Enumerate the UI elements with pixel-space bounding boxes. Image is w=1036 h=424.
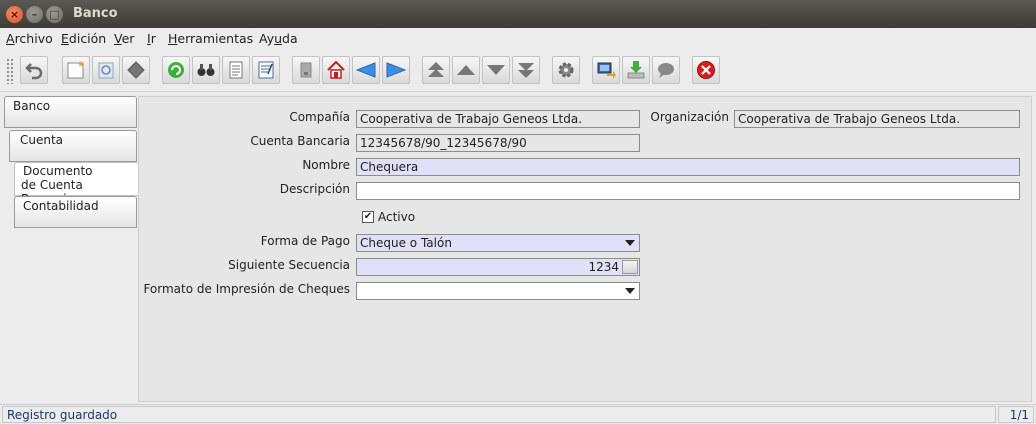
- descripcion-label: Descripción: [279, 182, 350, 196]
- history-button[interactable]: [222, 56, 250, 84]
- forma-pago-value: Cheque o Talón: [360, 236, 452, 250]
- forma-pago-select[interactable]: Cheque o Talón: [356, 234, 640, 252]
- calculator-icon[interactable]: [622, 260, 638, 274]
- tab-contabilidad[interactable]: Contabilidad: [14, 196, 137, 228]
- chevron-down-icon: [625, 288, 635, 294]
- next-record-icon: [487, 65, 505, 75]
- form-panel: Compañía Cooperativa de Trabajo Geneos L…: [138, 96, 1032, 402]
- new-record-icon: [67, 61, 84, 79]
- history-icon: [229, 61, 243, 79]
- window-close-button[interactable]: ×: [6, 6, 23, 23]
- tab-documento-cuenta-bancaria[interactable]: Documento de Cuenta Bancaria: [14, 162, 138, 206]
- report-icon: [258, 61, 274, 79]
- previous-record-button[interactable]: [452, 56, 480, 84]
- toolbar-grip[interactable]: [6, 58, 14, 84]
- formato-impresion-label: Formato de Impresión de Cheques: [143, 282, 350, 296]
- cuenta-bancaria-label: Cuenta Bancaria: [250, 134, 350, 148]
- menu-herramientas[interactable]: Herramientas: [168, 31, 253, 46]
- nombre-label: Nombre: [302, 158, 350, 172]
- menu-ayuda[interactable]: Ayuda: [259, 31, 298, 46]
- status-message: Registro guardado: [2, 406, 996, 423]
- tab-panel: Banco Cuenta Documento de Cuenta Bancari…: [0, 92, 138, 404]
- formato-impresion-select[interactable]: [356, 282, 640, 300]
- organizacion-label: Organización: [650, 110, 729, 124]
- previous-tab-icon: [356, 62, 376, 78]
- delete-record-button[interactable]: [122, 56, 150, 84]
- siguiente-secuencia-field[interactable]: 1234: [356, 258, 640, 276]
- attachment-icon: [300, 62, 312, 78]
- nombre-field[interactable]: Chequera: [356, 158, 1020, 176]
- window-title: Banco: [73, 6, 118, 21]
- chat-icon: [658, 63, 674, 78]
- forma-pago-label: Forma de Pago: [260, 234, 350, 248]
- next-tab-button[interactable]: [382, 56, 410, 84]
- first-record-icon: [428, 62, 444, 77]
- delete-record-icon: [127, 61, 145, 79]
- descripcion-field[interactable]: [356, 182, 1020, 200]
- import-icon: [627, 61, 645, 79]
- previous-record-icon: [457, 65, 475, 75]
- home-button[interactable]: [322, 56, 350, 84]
- new-record-button[interactable]: [62, 56, 90, 84]
- tab-banco-label: Banco: [13, 99, 51, 113]
- next-record-button[interactable]: [482, 56, 510, 84]
- menu-edicion[interactable]: Edición: [61, 31, 106, 46]
- next-tab-icon: [386, 62, 406, 78]
- title-bar: × – □ Banco: [0, 0, 1036, 28]
- menu-archivo[interactable]: Archivo: [6, 31, 53, 46]
- last-record-icon: [518, 63, 534, 78]
- window-minimize-button[interactable]: –: [26, 6, 43, 23]
- zoom-across-icon: [597, 62, 616, 79]
- check-mark-icon: ✔: [363, 211, 373, 222]
- menu-ir[interactable]: Ir: [147, 31, 156, 46]
- menu-ver[interactable]: Ver: [114, 31, 134, 46]
- cuenta-bancaria-field[interactable]: 12345678/90_12345678/90: [356, 134, 640, 152]
- tab-contabilidad-label: Contabilidad: [23, 199, 99, 213]
- home-icon: [327, 60, 345, 79]
- exit-button[interactable]: [692, 56, 720, 84]
- tab-cuenta-label: Cuenta: [20, 133, 64, 147]
- record-count[interactable]: 1/1: [998, 406, 1034, 423]
- menu-bar: Archivo Edición Ver Ir Herramientas Ayud…: [0, 28, 1036, 50]
- find-button[interactable]: [192, 56, 220, 84]
- compania-label: Compañía: [289, 110, 350, 124]
- import-button[interactable]: [622, 56, 650, 84]
- previous-tab-button[interactable]: [352, 56, 380, 84]
- tab-cuenta[interactable]: Cuenta: [9, 130, 137, 162]
- undo-icon: [25, 63, 43, 80]
- copy-record-button[interactable]: [92, 56, 120, 84]
- find-icon: [197, 64, 215, 76]
- activo-label: Activo: [378, 210, 416, 224]
- refresh-button[interactable]: [162, 56, 190, 84]
- toolbar: [0, 50, 1036, 92]
- refresh-icon: [168, 62, 184, 78]
- compania-field[interactable]: Cooperativa de Trabajo Geneos Ltda.: [356, 110, 640, 128]
- attachment-button[interactable]: [292, 56, 320, 84]
- report-button[interactable]: [252, 56, 280, 84]
- zoom-across-button[interactable]: [592, 56, 620, 84]
- first-record-button[interactable]: [422, 56, 450, 84]
- process-button[interactable]: [552, 56, 580, 84]
- copy-record-icon: [98, 62, 114, 79]
- chat-button[interactable]: [652, 56, 680, 84]
- process-icon: [558, 62, 574, 78]
- siguiente-secuencia-label: Siguiente Secuencia: [228, 258, 350, 272]
- window-maximize-button[interactable]: □: [46, 6, 63, 23]
- tab-documento-label-line1: Documento: [23, 164, 93, 178]
- activo-checkbox[interactable]: ✔: [362, 211, 374, 223]
- exit-icon: [697, 61, 715, 79]
- tab-banco[interactable]: Banco: [4, 96, 137, 128]
- siguiente-secuencia-value: 1234: [588, 260, 619, 274]
- status-bar: Registro guardado 1/1: [0, 404, 1036, 424]
- organizacion-field[interactable]: Cooperativa de Trabajo Geneos Ltda.: [734, 110, 1020, 128]
- undo-button[interactable]: [20, 56, 48, 84]
- chevron-down-icon: [625, 240, 635, 246]
- last-record-button[interactable]: [512, 56, 540, 84]
